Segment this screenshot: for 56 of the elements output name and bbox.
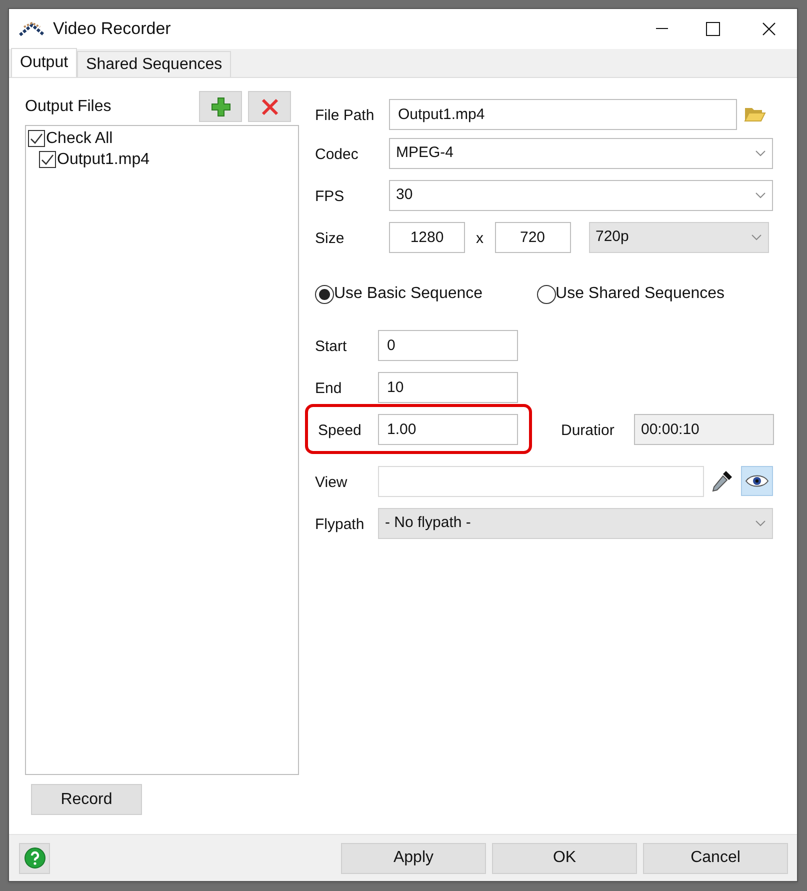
checkbox[interactable]: [28, 130, 45, 147]
text-field[interactable]: 10: [378, 372, 518, 402]
field-label: Flypath: [315, 514, 366, 535]
record-button[interactable]: Record: [31, 784, 142, 815]
tree-item[interactable]: Check All: [46, 126, 113, 150]
dropdown[interactable]: - No flypath -: [378, 508, 773, 538]
tree-item[interactable]: Output1.mp4: [57, 148, 150, 172]
text-field[interactable]: [378, 466, 704, 496]
dialog-button[interactable]: Apply: [341, 842, 486, 874]
radio-label: Use Shared Sequences: [556, 284, 725, 304]
text-field[interactable]: 00:00:10: [634, 414, 774, 444]
chevron-down-icon: [755, 192, 766, 198]
dropdown[interactable]: 720p: [588, 222, 768, 252]
close-icon: [762, 22, 776, 36]
dialog-button[interactable]: Cancel: [643, 842, 788, 874]
field-label: Duratior: [561, 420, 616, 441]
text-field[interactable]: 720: [494, 222, 570, 252]
field-label: Start: [315, 336, 348, 357]
close-icon: [260, 98, 278, 116]
help-button[interactable]: [19, 842, 50, 874]
tab[interactable]: Shared Sequences: [77, 51, 232, 77]
field-label: Speed: [318, 420, 362, 441]
field-label: File Path: [315, 106, 376, 126]
dropdown[interactable]: MPEG-4: [389, 138, 773, 168]
radio-label: Use Basic Sequence: [334, 284, 483, 304]
checkbox[interactable]: [39, 151, 56, 168]
field-label: End: [315, 378, 343, 399]
minimize-icon: [656, 28, 668, 30]
maximize-icon: [706, 22, 720, 36]
chevron-down-icon: [755, 520, 766, 526]
field-label: Size: [315, 228, 346, 249]
text-field[interactable]: 1.00: [378, 414, 518, 444]
field-label: View: [315, 472, 348, 493]
help-icon: [24, 847, 46, 869]
chevron-down-icon: [750, 234, 762, 240]
radio-button[interactable]: [315, 284, 334, 304]
radio-button[interactable]: [536, 284, 556, 304]
add-button[interactable]: [199, 91, 242, 122]
tab[interactable]: Output: [11, 48, 78, 77]
eye-icon: [745, 474, 769, 488]
dialog-button[interactable]: OK: [492, 842, 637, 874]
plus-icon: [210, 96, 230, 116]
separator-label: x: [476, 228, 484, 249]
text-field[interactable]: 0: [378, 330, 518, 360]
chevron-down-icon: [755, 150, 766, 156]
eyedropper-icon[interactable]: [710, 469, 734, 493]
delete-button[interactable]: [248, 91, 291, 122]
eye-button[interactable]: [741, 466, 773, 496]
window-title: Video Recorder: [53, 18, 171, 40]
dropdown[interactable]: 30: [389, 180, 773, 210]
logo-icon: [19, 22, 45, 36]
section-label: Output Files: [25, 97, 112, 117]
field-label: Codec: [315, 144, 360, 165]
text-field[interactable]: 1280: [389, 222, 465, 252]
field-label: FPS: [315, 186, 346, 207]
text-field[interactable]: Output1.mp4: [389, 98, 737, 130]
